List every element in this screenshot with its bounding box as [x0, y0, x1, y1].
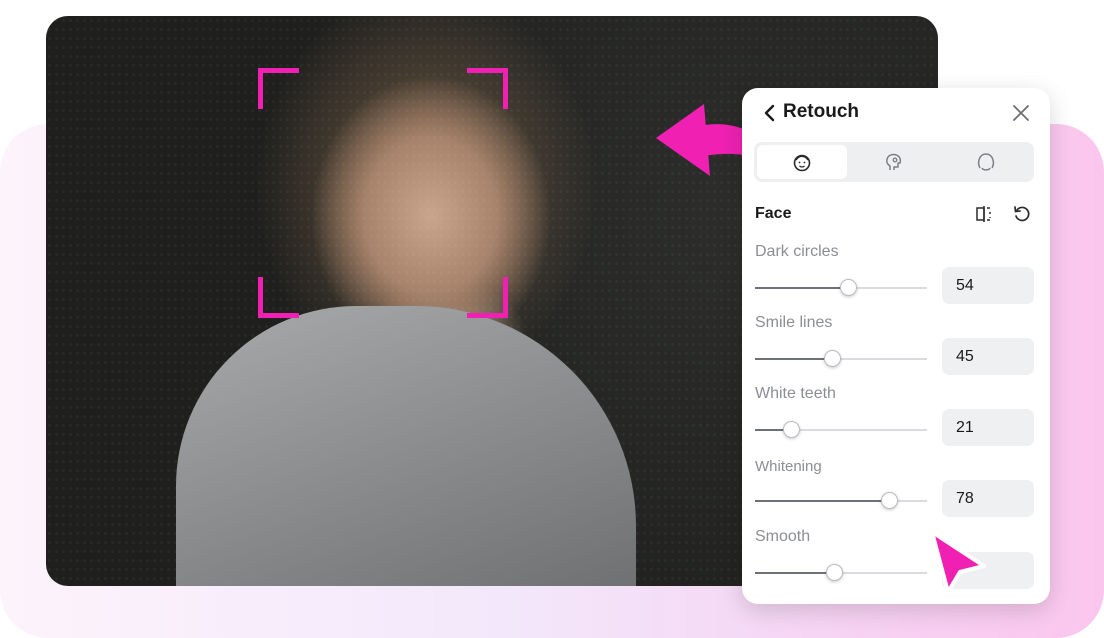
close-icon[interactable] [1010, 102, 1032, 124]
tab-face-profile[interactable] [849, 145, 939, 179]
slider-thumb[interactable] [783, 421, 801, 438]
panel-header: Retouch [742, 88, 1050, 138]
slider-fill [755, 358, 833, 360]
value-input[interactable]: 78 [942, 480, 1034, 517]
slider-row-white-teeth: White teeth 21 [755, 385, 1037, 451]
head-outline-icon [977, 153, 995, 171]
tab-head[interactable] [941, 145, 1031, 179]
retouch-tabs [754, 142, 1034, 182]
slider-track[interactable] [755, 564, 927, 581]
slider-row-smooth: Smooth [755, 528, 1037, 594]
slider-row-dark-circles: Dark circles 54 [755, 243, 1037, 309]
retouch-panel: Retouch Face Dark circles 54 Smile lines… [742, 88, 1050, 604]
frame-corner-top-left [258, 68, 299, 109]
slider-thumb[interactable] [826, 564, 844, 581]
slider-track[interactable] [755, 279, 927, 296]
slider-track[interactable] [755, 350, 927, 367]
slider-thumb[interactable] [881, 492, 899, 509]
value-input[interactable]: 54 [942, 267, 1034, 304]
slider-track[interactable] [755, 421, 927, 438]
slider-row-smile-lines: Smile lines 45 [755, 314, 1037, 380]
face-detection-frame [258, 68, 508, 318]
face-icon [793, 154, 811, 172]
frame-corner-bottom-right [467, 277, 508, 318]
reset-icon[interactable] [1012, 204, 1032, 224]
slider-label: Dark circles [755, 243, 839, 260]
frame-corner-bottom-left [258, 277, 299, 318]
slider-fill [755, 572, 835, 574]
panel-title: Retouch [783, 101, 859, 122]
pointer-cursor-icon [930, 530, 986, 594]
slider-label: Whitening [755, 458, 822, 475]
slider-thumb[interactable] [839, 279, 857, 296]
compare-icon[interactable] [975, 205, 993, 223]
slider-label: White teeth [755, 385, 836, 402]
slider-fill [755, 500, 890, 502]
slider-track[interactable] [755, 492, 927, 509]
section-title-face: Face [755, 205, 792, 222]
slider-thumb[interactable] [824, 350, 842, 367]
chevron-left-icon[interactable] [760, 103, 780, 123]
face-profile-icon [886, 153, 902, 170]
slider-row-whitening: Whitening 78 [755, 456, 1037, 522]
slider-label: Smile lines [755, 314, 833, 331]
slider-label: Smooth [755, 528, 811, 545]
frame-corner-top-right [467, 68, 508, 109]
value-input[interactable]: 21 [942, 409, 1034, 446]
tab-face[interactable] [757, 145, 847, 179]
value-input[interactable]: 45 [942, 338, 1034, 375]
slider-fill [755, 287, 848, 289]
